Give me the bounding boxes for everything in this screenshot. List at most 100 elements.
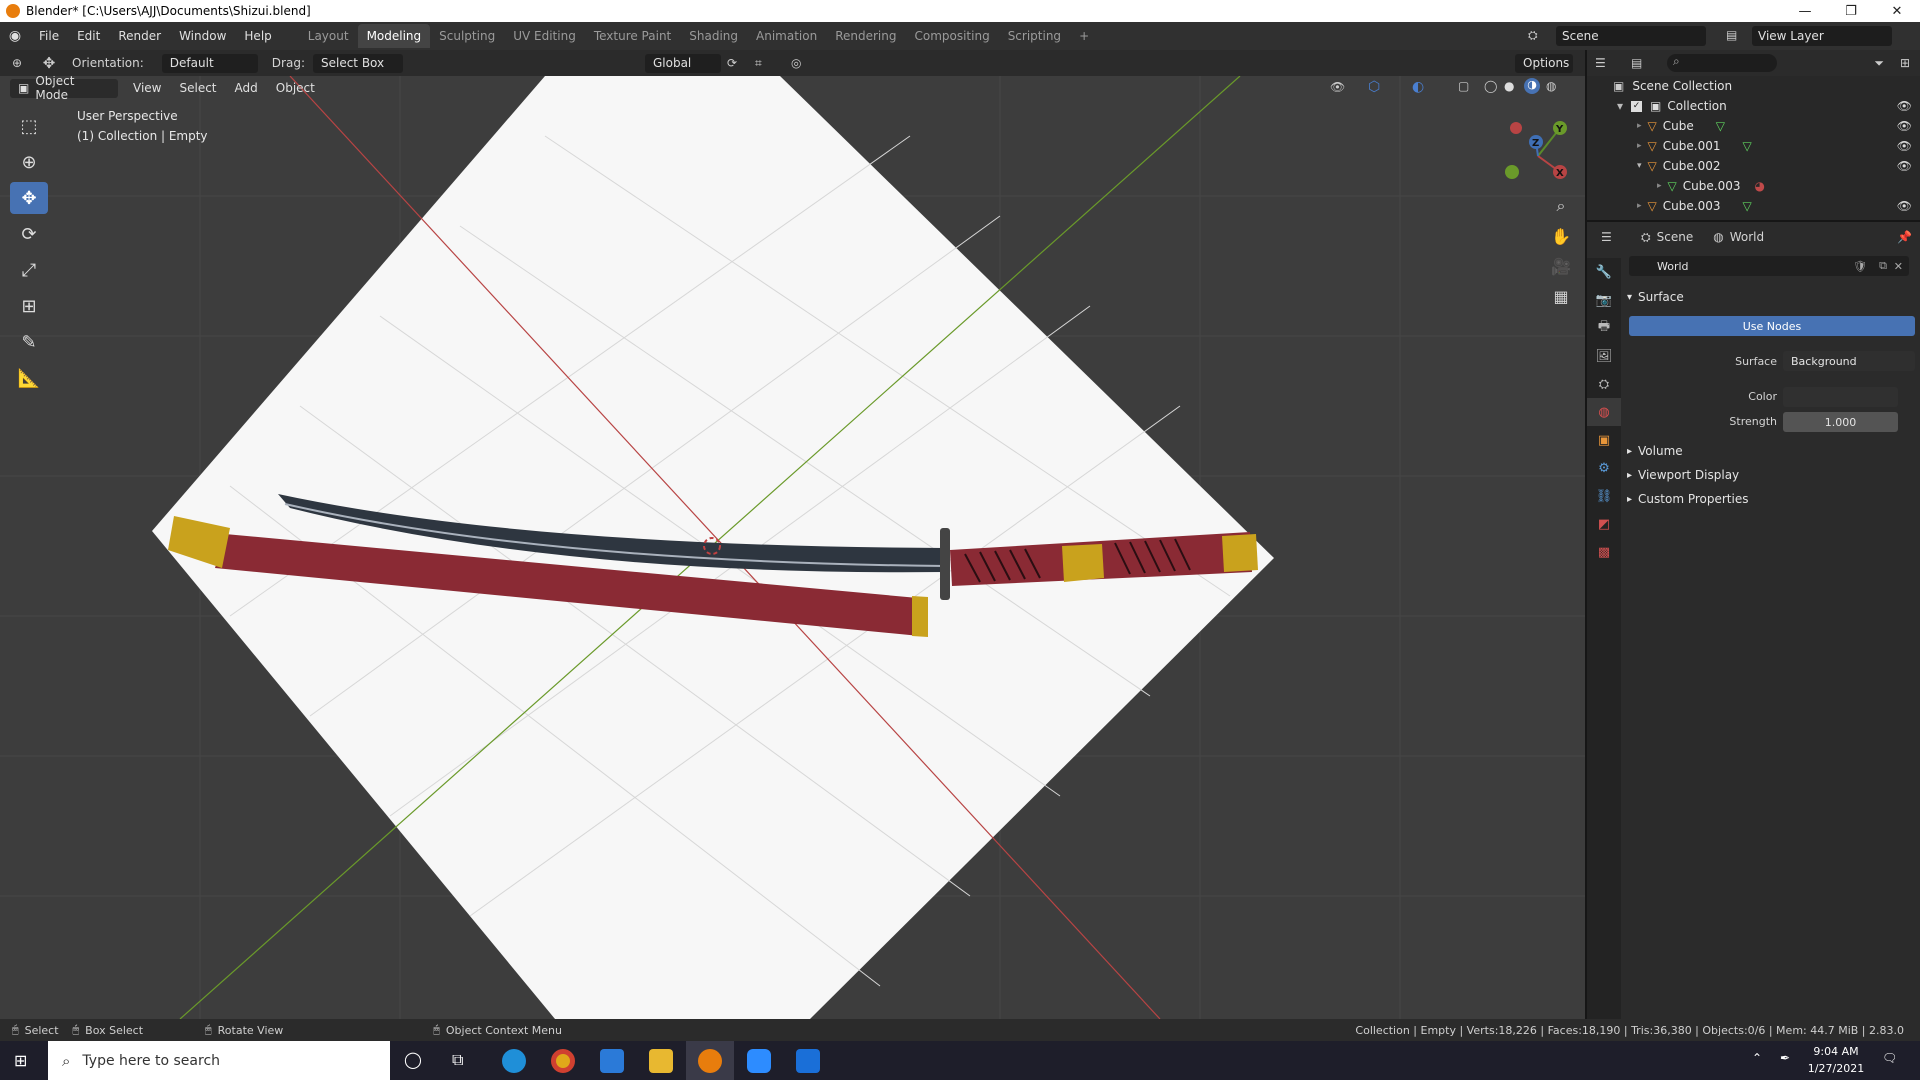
surface-shader-dropdown[interactable]: Background <box>1783 351 1915 371</box>
tab-layout[interactable]: Layout <box>299 24 358 48</box>
overlay-toggle-icon[interactable]: ◐ <box>1412 79 1424 95</box>
view-layer-selector[interactable]: View Layer <box>1752 26 1892 46</box>
scale-tool-icon[interactable]: ⤢ <box>10 254 48 286</box>
tool-tab-icon[interactable]: 🔧 <box>1587 258 1621 286</box>
strength-slider[interactable]: 1.000 <box>1783 412 1898 432</box>
move-tool-icon[interactable]: ✥ <box>34 54 64 72</box>
tab-rendering[interactable]: Rendering <box>826 24 905 48</box>
vp-menu-add[interactable]: Add <box>226 81 267 95</box>
pen-icon[interactable]: ✒ <box>1780 1051 1790 1065</box>
custom-properties-section-header[interactable]: ▸ Custom Properties <box>1627 488 1748 510</box>
pivot-icon[interactable]: ⟳ <box>727 56 755 70</box>
viewport-canvas[interactable]: Z Y X <box>0 76 1585 1019</box>
tab-scripting[interactable]: Scripting <box>999 24 1070 48</box>
context-scene[interactable]: Scene <box>1657 230 1694 244</box>
eye-icon[interactable]: 👁 <box>1897 159 1912 173</box>
options-dropdown[interactable]: Options <box>1515 53 1573 73</box>
eye-icon[interactable]: 👁 <box>1897 119 1912 133</box>
eye-icon[interactable]: 👁 <box>1897 199 1912 213</box>
zoom-icon[interactable]: ⌕ <box>1549 194 1573 218</box>
tab-shading[interactable]: Shading <box>680 24 747 48</box>
mail-icon[interactable] <box>600 1049 624 1073</box>
menu-edit[interactable]: Edit <box>68 29 109 43</box>
outliner-item-cube-003-child[interactable]: ▸ ▽ Cube.003 ◕ <box>1587 176 1920 196</box>
clock-time[interactable]: 9:04 AM <box>1808 1045 1864 1058</box>
world-datablock[interactable]: World 🛡 ⧉ ✕ <box>1629 256 1909 276</box>
mode-dropdown[interactable]: ▣ Object Mode <box>10 76 118 102</box>
restore-button[interactable]: ❐ <box>1828 0 1874 22</box>
windows-start-icon[interactable]: ⊞ <box>14 1051 27 1070</box>
blender-menu-icon[interactable]: ◉ <box>0 28 30 44</box>
snap-icon[interactable]: ⌗ <box>755 56 791 71</box>
surface-section-header[interactable]: ▾ Surface <box>1627 286 1684 308</box>
properties-editor-icon[interactable]: ☰ <box>1601 230 1641 244</box>
pan-hand-icon[interactable]: ✋ <box>1549 224 1573 248</box>
clock-date[interactable]: 1/27/2021 <box>1804 1062 1868 1075</box>
outliner-search-field[interactable]: ⌕ <box>1667 54 1777 72</box>
object-tab-icon[interactable]: ▣ <box>1587 426 1621 454</box>
scene-tab-icon[interactable]: ⛭ <box>1587 370 1621 398</box>
outliner-item-cube-003[interactable]: ▸ ▽ Cube.003 ▽ 👁 <box>1587 196 1920 216</box>
modifier-tab-icon[interactable]: ⚙ <box>1587 454 1621 482</box>
outliner-editor-icon[interactable]: ☰ <box>1595 56 1631 70</box>
menu-file[interactable]: File <box>30 29 68 43</box>
cortana-icon[interactable]: ◯ <box>404 1050 422 1069</box>
select-box-tool-icon[interactable]: ⬚ <box>10 110 48 142</box>
tab-compositing[interactable]: Compositing <box>905 24 998 48</box>
camera-view-icon[interactable]: 🎥 <box>1549 254 1573 278</box>
task-view-icon[interactable]: ⧉ <box>452 1050 463 1070</box>
drag-dropdown[interactable]: Select Box <box>312 53 403 73</box>
outliner-item-cube-002[interactable]: ▾ ▽ Cube.002 👁 <box>1587 156 1920 176</box>
minimize-button[interactable]: — <box>1782 0 1828 22</box>
vp-menu-object[interactable]: Object <box>267 81 324 95</box>
vp-menu-view[interactable]: View <box>124 81 170 95</box>
tab-uv-editing[interactable]: UV Editing <box>504 24 585 48</box>
scene-icon[interactable]: ⛭ <box>1528 28 1538 43</box>
file-explorer-icon[interactable] <box>649 1049 673 1073</box>
transform-tool-icon[interactable]: ⊞ <box>10 290 48 322</box>
notification-icon[interactable]: 🗨 <box>1882 1051 1897 1065</box>
menu-render[interactable]: Render <box>109 29 170 43</box>
annotate-tool-icon[interactable]: ✎ <box>10 326 48 358</box>
use-nodes-button[interactable]: Use Nodes <box>1629 316 1915 336</box>
outliner-item-cube-001[interactable]: ▸ ▽ Cube.001 ▽ 👁 <box>1587 136 1920 156</box>
move-tool-button-icon[interactable]: ✥ <box>10 182 48 214</box>
outliner-item-collection[interactable]: ▾ ✓ ▣ Collection 👁 <box>1587 96 1920 116</box>
tab-texture-paint[interactable]: Texture Paint <box>585 24 680 48</box>
app-icon[interactable] <box>796 1049 820 1073</box>
volume-section-header[interactable]: ▸ Volume <box>1627 440 1683 462</box>
wireframe-shading-icon[interactable]: ◯ <box>1484 79 1497 93</box>
rendered-shading-icon[interactable]: ◍ <box>1546 79 1556 93</box>
unlink-icon[interactable]: ✕ <box>1894 260 1903 273</box>
material-shading-icon[interactable]: ◑ <box>1524 78 1540 94</box>
color-swatch[interactable] <box>1783 387 1898 407</box>
tray-chevron-icon[interactable]: ⌃ <box>1752 1051 1762 1065</box>
xray-icon[interactable]: ▢ <box>1458 79 1469 93</box>
data-tab-icon[interactable]: ◩ <box>1587 510 1621 538</box>
perspective-toggle-icon[interactable]: ▦ <box>1549 284 1573 308</box>
rotate-tool-icon[interactable]: ⟳ <box>10 218 48 250</box>
output-tab-icon[interactable]: 🖶 <box>1587 314 1621 342</box>
constraint-tab-icon[interactable]: ⛓ <box>1587 482 1621 510</box>
zoom-app-icon[interactable] <box>747 1049 771 1073</box>
visibility-icon[interactable]: 👁 <box>1330 80 1345 94</box>
display-mode-icon[interactable]: ▤ <box>1631 56 1667 70</box>
filter-icon[interactable]: ⏷ <box>1874 56 1884 71</box>
duplicate-icon[interactable]: ⧉ <box>1879 259 1887 273</box>
gizmo-toggle-icon[interactable]: ⬡ <box>1368 79 1380 95</box>
world-tab-icon[interactable]: ◍ <box>1587 398 1621 426</box>
fake-user-icon[interactable]: 🛡 <box>1853 260 1867 273</box>
view-layer-tab-icon[interactable]: 🖼 <box>1587 342 1621 370</box>
collection-checkbox[interactable]: ✓ <box>1631 100 1643 112</box>
scene-selector[interactable]: Scene <box>1556 26 1706 46</box>
menu-help[interactable]: Help <box>235 29 280 43</box>
edge-icon[interactable] <box>502 1049 526 1073</box>
vp-menu-select[interactable]: Select <box>170 81 225 95</box>
blender-taskbar-icon[interactable] <box>698 1049 722 1073</box>
editor-type-icon[interactable]: ⊕ <box>0 56 34 70</box>
solid-shading-icon[interactable]: ● <box>1504 79 1514 93</box>
tab-animation[interactable]: Animation <box>747 24 826 48</box>
eye-icon[interactable]: 👁 <box>1897 99 1912 113</box>
eye-icon[interactable]: 👁 <box>1897 139 1912 153</box>
chrome-icon[interactable] <box>551 1049 575 1073</box>
